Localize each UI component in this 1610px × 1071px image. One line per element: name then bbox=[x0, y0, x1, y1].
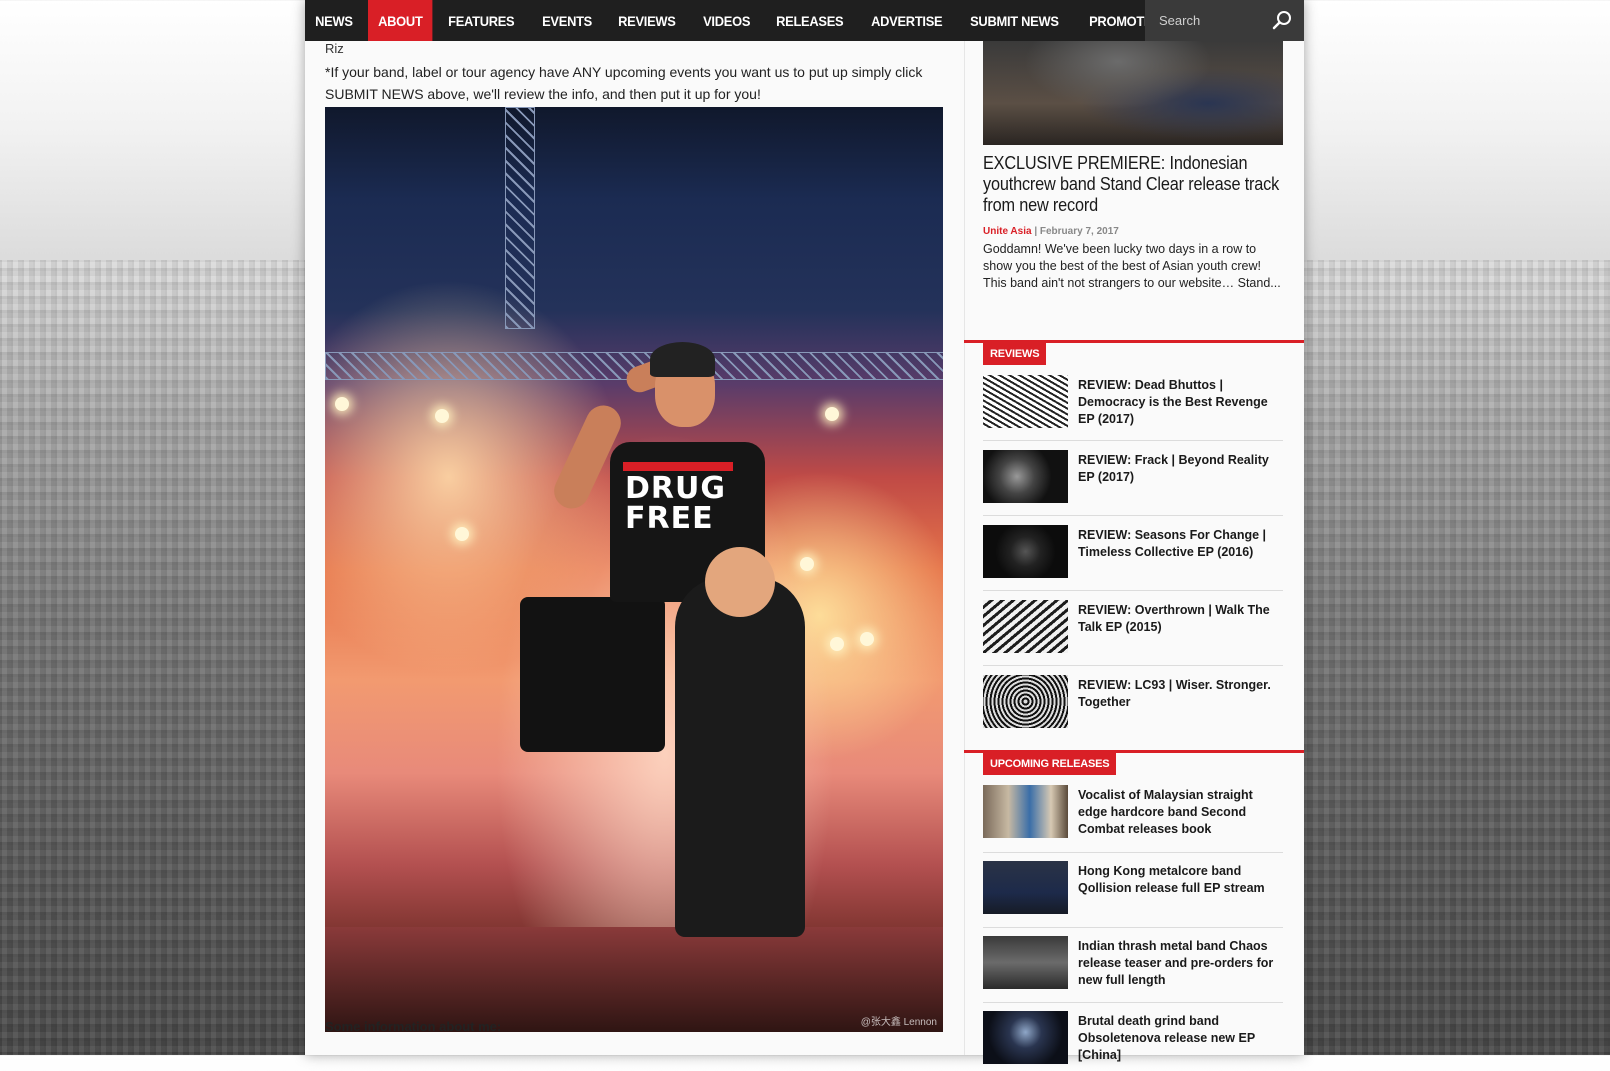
release-title[interactable]: Brutal death grind band Obsoletenova rel… bbox=[1078, 1013, 1283, 1064]
search-input[interactable] bbox=[1145, 12, 1271, 29]
release-title[interactable]: Indian thrash metal band Chaos release t… bbox=[1078, 938, 1283, 989]
nav-item-advertise[interactable]: ADVERTISE bbox=[861, 0, 952, 41]
review-title[interactable]: REVIEW: Seasons For Change | Timeless Co… bbox=[1078, 527, 1283, 561]
page-container: NEWS ABOUT FEATURES EVENTS REVIEWS VIDEO… bbox=[305, 0, 1304, 1064]
stage-light bbox=[435, 409, 449, 423]
search-icon[interactable] bbox=[1272, 10, 1292, 30]
release-thumbnail[interactable] bbox=[983, 785, 1068, 838]
performer-shorts bbox=[520, 597, 665, 752]
nav-item-releases[interactable]: RELEASES bbox=[766, 0, 853, 41]
about-me-heading: Some information about me: bbox=[325, 1019, 502, 1034]
item-separator bbox=[983, 1002, 1283, 1003]
main-nav: NEWS ABOUT FEATURES EVENTS REVIEWS VIDEO… bbox=[305, 0, 1304, 41]
child-figure bbox=[675, 577, 805, 937]
nav-item-about[interactable]: ABOUT bbox=[367, 0, 433, 41]
review-title[interactable]: REVIEW: Frack | Beyond Reality EP (2017) bbox=[1078, 452, 1283, 486]
featured-author[interactable]: Unite Asia bbox=[983, 226, 1032, 237]
featured-meta: Unite Asia | February 7, 2017 bbox=[983, 226, 1119, 237]
review-item[interactable]: REVIEW: Seasons For Change | Timeless Co… bbox=[983, 525, 1283, 585]
item-separator bbox=[983, 590, 1283, 591]
stage-light bbox=[335, 397, 349, 411]
review-thumbnail[interactable] bbox=[983, 525, 1068, 578]
item-separator bbox=[983, 927, 1283, 928]
review-thumbnail[interactable] bbox=[983, 450, 1068, 503]
release-thumbnail[interactable] bbox=[983, 936, 1068, 989]
featured-date: February 7, 2017 bbox=[1039, 226, 1119, 237]
review-item[interactable]: REVIEW: Overthrown | Walk The Talk EP (2… bbox=[983, 600, 1283, 660]
search-box bbox=[1145, 0, 1304, 41]
nav-item-videos[interactable]: VIDEOS bbox=[693, 0, 760, 41]
stage-light bbox=[860, 632, 874, 646]
photo-watermark: @张大鑫 Lennon bbox=[860, 1017, 937, 1028]
nav-item-features[interactable]: FEATURES bbox=[438, 0, 524, 41]
stage-light bbox=[830, 637, 844, 651]
release-item[interactable]: Indian thrash metal band Chaos release t… bbox=[983, 936, 1283, 996]
review-item[interactable]: REVIEW: Frack | Beyond Reality EP (2017) bbox=[983, 450, 1283, 510]
stage-light bbox=[455, 527, 469, 541]
submit-news-note: *If your band, label or tour agency have… bbox=[325, 64, 923, 102]
review-title[interactable]: REVIEW: Dead Bhuttos | Democracy is the … bbox=[1078, 377, 1283, 428]
sidebar-divider bbox=[964, 41, 965, 1055]
review-title[interactable]: REVIEW: Overthrown | Walk The Talk EP (2… bbox=[1078, 602, 1283, 636]
shirt-text: DRUG FREE bbox=[625, 471, 726, 536]
stage-truss bbox=[505, 107, 535, 329]
featured-thumbnail[interactable] bbox=[983, 41, 1283, 145]
reviews-section-tag[interactable]: REVIEWS bbox=[983, 343, 1047, 365]
background-city-right bbox=[1300, 260, 1610, 1055]
review-item[interactable]: REVIEW: LC93 | Wiser. Stronger. Together bbox=[983, 675, 1283, 735]
release-title[interactable]: Hong Kong metalcore band Qollision relea… bbox=[1078, 863, 1283, 897]
item-separator bbox=[983, 440, 1283, 441]
release-item[interactable]: Brutal death grind band Obsoletenova rel… bbox=[983, 1011, 1283, 1071]
item-separator bbox=[983, 852, 1283, 853]
nav-item-submit-news[interactable]: SUBMIT NEWS bbox=[960, 0, 1069, 41]
nav-item-reviews[interactable]: REVIEWS bbox=[608, 0, 686, 41]
item-separator bbox=[983, 515, 1283, 516]
review-item[interactable]: REVIEW: Dead Bhuttos | Democracy is the … bbox=[983, 375, 1283, 435]
release-thumbnail[interactable] bbox=[983, 861, 1068, 914]
release-thumbnail[interactable] bbox=[983, 1011, 1068, 1064]
release-item[interactable]: Hong Kong metalcore band Qollision relea… bbox=[983, 861, 1283, 921]
shirt-stripe bbox=[623, 462, 733, 471]
nav-item-news[interactable]: NEWS bbox=[305, 0, 363, 41]
review-thumbnail[interactable] bbox=[983, 375, 1068, 428]
upcoming-section-tag[interactable]: UPCOMING RELEASES bbox=[983, 753, 1117, 775]
stage-light bbox=[825, 407, 839, 421]
review-thumbnail[interactable] bbox=[983, 600, 1068, 653]
background-city-left bbox=[0, 260, 305, 1055]
performer-cap bbox=[650, 342, 715, 377]
featured-title[interactable]: EXCLUSIVE PREMIERE: Indonesian youthcrew… bbox=[983, 152, 1282, 215]
release-title[interactable]: Vocalist of Malaysian straight edge hard… bbox=[1078, 787, 1283, 838]
item-separator bbox=[983, 665, 1283, 666]
author-signature: Riz bbox=[325, 41, 344, 56]
stage-floor bbox=[325, 927, 943, 1032]
release-item[interactable]: Vocalist of Malaysian straight edge hard… bbox=[983, 785, 1283, 845]
review-thumbnail[interactable] bbox=[983, 675, 1068, 728]
child-head bbox=[705, 547, 775, 617]
review-title[interactable]: REVIEW: LC93 | Wiser. Stronger. Together bbox=[1078, 677, 1283, 711]
stage-light bbox=[800, 557, 814, 571]
nav-item-events[interactable]: EVENTS bbox=[532, 0, 602, 41]
featured-excerpt: Goddamn! We've been lucky two days in a … bbox=[983, 242, 1281, 290]
concert-photo: DRUG FREE @张大鑫 Lennon bbox=[325, 107, 943, 1032]
